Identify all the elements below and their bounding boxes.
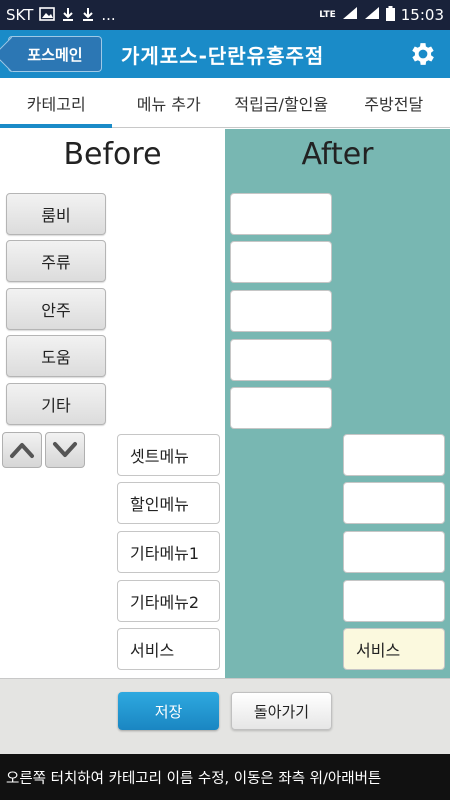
page-title: 가게포스-단란유흥주점 — [121, 44, 325, 68]
move-up-button[interactable] — [2, 432, 42, 468]
before-menu-button[interactable]: 기타메뉴1 — [117, 531, 220, 573]
before-title: Before — [63, 137, 162, 172]
more-notifications: ... — [101, 6, 116, 24]
signal-icon — [342, 6, 358, 24]
after-menu-slot[interactable] — [343, 482, 445, 524]
tab-category[interactable]: 카테고리 — [0, 78, 113, 128]
after-menu-slot[interactable]: 서비스 — [343, 628, 445, 670]
after-category-slot[interactable] — [230, 290, 332, 332]
before-menu-button[interactable]: 서비스 — [117, 628, 220, 670]
before-category-button[interactable]: 안주 — [6, 288, 106, 330]
app-header: 포스메인 가게포스-단란유흥주점 — [0, 30, 450, 78]
go-back-button[interactable]: 돌아가기 — [231, 692, 332, 730]
before-menu-button[interactable]: 기타메뉴2 — [117, 580, 220, 622]
tab-bar: 카테고리 메뉴 추가 적립금/할인율 주방전달 — [0, 78, 450, 128]
after-category-slot[interactable] — [230, 193, 332, 235]
hint-text: 오른쪽 터치하여 카테고리 이름 수정, 이동은 좌측 위/아래버튼 — [0, 754, 450, 800]
before-category-button[interactable]: 주류 — [6, 240, 106, 282]
after-title: After — [301, 137, 374, 172]
tab-points-discount[interactable]: 적립금/할인율 — [225, 78, 338, 127]
clock: 15:03 — [400, 6, 444, 24]
after-category-slot[interactable] — [230, 387, 332, 429]
bottom-action-bar: 저장 돌아가기 — [0, 678, 450, 754]
chevron-up-icon — [10, 443, 34, 458]
before-panel: Before 룸비 주류 안주 도움 기타 셋트메뉴 할인메뉴 기타메뉴1 기타… — [0, 129, 225, 678]
before-category-button[interactable]: 기타 — [6, 383, 106, 425]
after-category-slot[interactable] — [230, 339, 332, 381]
pos-main-button[interactable]: 포스메인 — [8, 36, 102, 72]
before-category-button[interactable]: 룸비 — [6, 193, 106, 235]
before-category-button[interactable]: 도움 — [6, 335, 106, 377]
tab-kitchen-delivery[interactable]: 주방전달 — [338, 78, 450, 127]
network-type: LTE — [319, 9, 336, 20]
after-menu-slot[interactable] — [343, 434, 445, 476]
pos-main-button-label: 포스메인 — [27, 45, 83, 64]
after-menu-slot[interactable] — [343, 580, 445, 622]
settings-gear-icon[interactable] — [408, 39, 438, 69]
carrier-label: SKT — [6, 6, 34, 24]
move-down-button[interactable] — [45, 432, 85, 468]
before-menu-button[interactable]: 할인메뉴 — [117, 482, 220, 524]
save-button[interactable]: 저장 — [118, 692, 219, 730]
signal-icon — [364, 6, 380, 24]
status-bar: SKT ... LTE 15:03 — [0, 0, 450, 30]
chevron-down-icon — [53, 442, 77, 457]
image-icon — [39, 6, 56, 24]
after-category-slot[interactable] — [230, 241, 332, 283]
tab-menu-add[interactable]: 메뉴 추가 — [113, 78, 226, 127]
download-icon — [81, 7, 95, 24]
after-menu-slot[interactable] — [343, 531, 445, 573]
before-menu-button[interactable]: 셋트메뉴 — [117, 434, 220, 476]
battery-icon — [385, 5, 395, 25]
download-icon — [61, 7, 75, 24]
after-panel: After 서비스 — [225, 129, 450, 678]
